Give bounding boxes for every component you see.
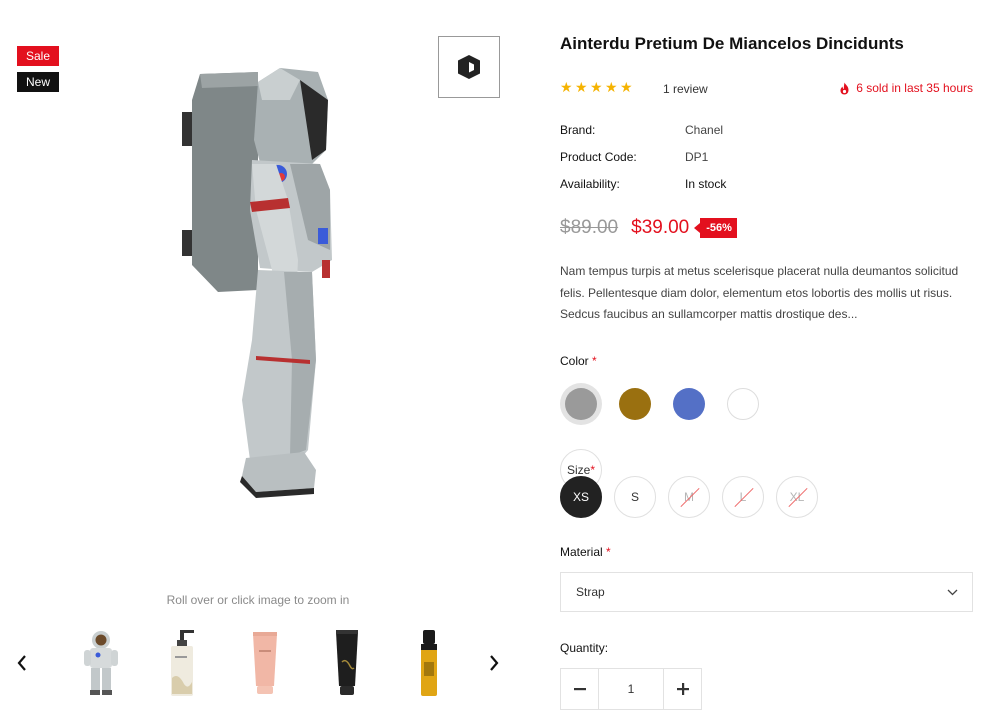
- chevron-down-icon: [947, 589, 958, 595]
- sold-text: 6 sold in last 35 hours: [856, 81, 973, 95]
- thumbnail-pink-tube[interactable]: [224, 625, 306, 701]
- quantity-input[interactable]: 1: [599, 669, 663, 709]
- required-mark: *: [590, 463, 595, 477]
- meta-key: Availability:: [560, 177, 620, 191]
- flame-icon: [840, 82, 849, 94]
- discount-badge: -56%: [694, 218, 737, 238]
- color-swatch-blue[interactable]: [668, 383, 710, 425]
- zoom-hint: Roll over or click image to zoom in: [166, 593, 350, 607]
- star-icon: ★: [575, 79, 588, 95]
- meta-value: Chanel: [685, 123, 724, 137]
- product-details: Ainterdu Pretium De Miancelos Dincidunts…: [560, 0, 973, 710]
- color-label: Color *: [560, 354, 597, 368]
- star-icon: ★: [560, 79, 573, 95]
- size-options: XS S M L XL: [560, 476, 830, 518]
- meta-key: Product Code:: [560, 150, 637, 164]
- meta-value: In stock: [685, 177, 727, 191]
- chevron-right-icon: [490, 655, 499, 671]
- meta-brand: Brand: Chanel: [560, 123, 723, 137]
- sale-price: $39.00: [631, 217, 690, 238]
- swatch-fill: [619, 388, 651, 420]
- reviews-link[interactable]: 1 review: [663, 82, 708, 96]
- black-tube-thumb-image: [336, 630, 358, 695]
- meta-key: Brand:: [560, 123, 596, 137]
- quantity-label: Quantity:: [560, 641, 609, 655]
- product-gallery: Sale New Roll over or click image to zoo…: [0, 0, 520, 715]
- thumbs-prev-button[interactable]: [10, 650, 34, 676]
- sale-badge: Sale: [17, 46, 59, 66]
- star-rating[interactable]: ★ ★ ★ ★ ★: [560, 79, 633, 95]
- chevron-left-icon: [17, 655, 26, 671]
- size-option-xs[interactable]: XS: [560, 476, 602, 518]
- thumbnail-strip: [60, 625, 470, 701]
- color-swatch-gold[interactable]: [614, 383, 656, 425]
- color-swatch-white[interactable]: [722, 383, 764, 425]
- material-select[interactable]: Strap: [560, 572, 973, 612]
- star-icon: ★: [620, 79, 633, 95]
- astronaut-main-image[interactable]: [180, 60, 340, 500]
- sold-indicator: 6 sold in last 35 hours: [839, 81, 973, 95]
- product-title: Ainterdu Pretium De Miancelos Dincidunts: [560, 34, 904, 53]
- material-label-text: Material: [560, 545, 603, 559]
- color-swatch-gray[interactable]: [560, 383, 602, 425]
- meta-value: DP1: [685, 150, 709, 164]
- thumbnail-lotion-bottle[interactable]: [142, 625, 224, 701]
- thumbs-next-button[interactable]: [482, 650, 506, 676]
- quantity-increase-button[interactable]: [663, 669, 701, 709]
- 3d-cube-icon: [458, 55, 480, 79]
- pink-tube-thumb-image: [253, 632, 277, 694]
- thumbnail-gold-bottle[interactable]: [388, 625, 470, 701]
- required-mark: *: [592, 354, 597, 368]
- material-selected-value: Strap: [576, 585, 605, 599]
- new-badge: New: [17, 72, 59, 92]
- color-label-text: Color: [560, 354, 589, 368]
- size-option-xl[interactable]: XL: [776, 476, 818, 518]
- star-icon: ★: [590, 79, 603, 95]
- swatch-fill: [727, 388, 759, 420]
- star-icon: ★: [605, 79, 618, 95]
- old-price: $89.00: [560, 217, 619, 238]
- product-description: Nam tempus turpis at metus scelerisque p…: [560, 264, 959, 321]
- gold-bottle-thumb-image: [421, 630, 437, 696]
- quantity-stepper: 1: [560, 668, 702, 710]
- meta-availability: Availability: In stock: [560, 177, 726, 191]
- size-label-text: Size: [566, 463, 591, 477]
- quantity-decrease-button[interactable]: [561, 669, 599, 709]
- size-option-m[interactable]: M: [668, 476, 710, 518]
- lotion-bottle-thumb-image: [171, 630, 194, 696]
- swatch-fill: [673, 388, 705, 420]
- size-option-s[interactable]: S: [614, 476, 656, 518]
- size-option-l[interactable]: L: [722, 476, 764, 518]
- meta-product-code: Product Code: DP1: [560, 150, 708, 164]
- astronaut-thumb-image: [84, 631, 118, 695]
- price-row: $89.00 $39.00 -56%: [560, 217, 737, 239]
- required-mark: *: [606, 545, 611, 559]
- minus-icon: [573, 688, 586, 691]
- material-label: Material *: [560, 545, 611, 559]
- color-swatches: [560, 383, 776, 425]
- thumbnail-astronaut[interactable]: [60, 625, 142, 701]
- swatch-fill: [565, 388, 597, 420]
- thumbnail-black-tube[interactable]: [306, 625, 388, 701]
- view-3d-button[interactable]: [438, 36, 500, 98]
- plus-icon: [676, 683, 689, 695]
